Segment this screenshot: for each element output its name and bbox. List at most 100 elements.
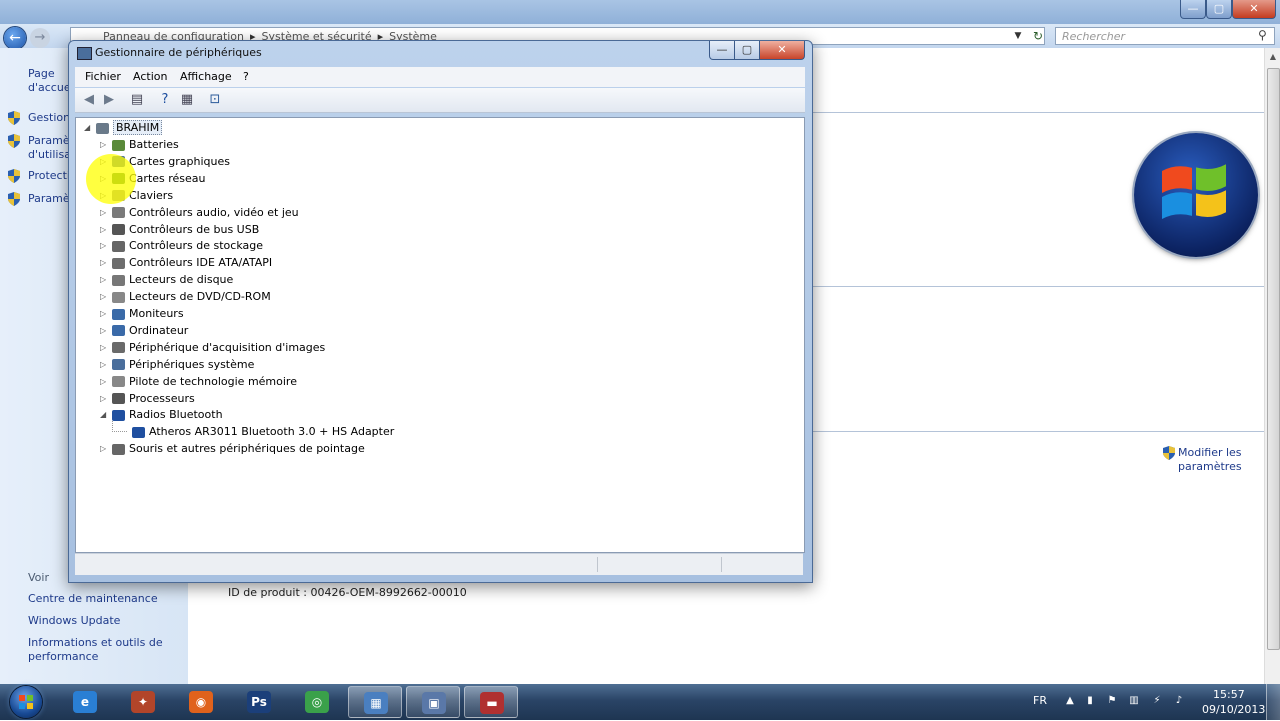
tree-category-label[interactable]: Cartes graphiques <box>129 155 230 168</box>
tree-category-label[interactable]: Ordinateur <box>129 324 188 337</box>
expand-arrow-icon[interactable]: ▷ <box>100 289 110 305</box>
collapse-arrow-icon[interactable]: ◢ <box>100 407 110 423</box>
tree-category-label[interactable]: Contrôleurs de bus USB <box>129 223 259 236</box>
tree-category-label[interactable]: Cartes réseau <box>129 172 206 185</box>
tree-category-label[interactable]: Batteries <box>129 138 179 151</box>
search-input[interactable]: Rechercher <box>1055 27 1275 45</box>
tree-category[interactable]: ▷ Contrôleurs IDE ATA/ATAPI <box>100 255 272 271</box>
taskbar-button[interactable]: ◉ <box>174 686 228 718</box>
flag-icon[interactable]: ⚑ <box>1106 695 1118 707</box>
properties-view-icon[interactable]: ▤ <box>129 92 145 108</box>
maximize-button[interactable]: ▢ <box>734 41 760 60</box>
expand-arrow-icon[interactable]: ▷ <box>100 137 110 153</box>
scan-hardware-icon[interactable]: ⊡ <box>207 92 223 108</box>
sidebar-link-action-center[interactable]: Centre de maintenance <box>28 592 158 606</box>
tree-category[interactable]: ▷ Contrôleurs audio, vidéo et jeu <box>100 205 299 221</box>
tree-category-label[interactable]: Claviers <box>129 189 173 202</box>
sidebar-link-system-protection[interactable]: Protection du système <box>28 169 70 183</box>
search-icon[interactable]: ⚲ <box>1258 28 1267 42</box>
tree-category-label[interactable]: Moniteurs <box>129 307 184 320</box>
clock-date[interactable]: 09/10/2013 <box>1202 703 1265 716</box>
tree-category-label[interactable]: Contrôleurs audio, vidéo et jeu <box>129 206 299 219</box>
tree-category[interactable]: ▷ Contrôleurs de stockage <box>100 238 263 254</box>
modify-settings-link[interactable]: Modifier les paramètres <box>1163 446 1242 474</box>
sidebar-link-performance-tools[interactable]: Informations et outils de performance <box>28 636 168 664</box>
expand-arrow-icon[interactable]: ▷ <box>100 374 110 390</box>
expand-arrow-icon[interactable]: ▷ <box>100 306 110 322</box>
taskbar-button[interactable]: ▦ <box>348 686 402 718</box>
back-icon[interactable]: ◀ <box>81 92 97 108</box>
help-icon[interactable]: ? <box>157 92 173 108</box>
taskbar-button[interactable]: Ps <box>232 686 286 718</box>
taskbar-button[interactable]: ✦ <box>116 686 170 718</box>
tree-category[interactable]: ▷ Contrôleurs de bus USB <box>100 222 259 238</box>
menu-view[interactable]: Affichage <box>180 70 232 83</box>
expand-arrow-icon[interactable]: ▷ <box>100 222 110 238</box>
taskbar-button[interactable]: ▬ <box>464 686 518 718</box>
tree-category[interactable]: ▷ Ordinateur <box>100 323 188 339</box>
tree-category[interactable]: ▷ Pilote de technologie mémoire <box>100 374 297 390</box>
forward-icon[interactable]: ▶ <box>101 92 117 108</box>
expand-arrow-icon[interactable]: ▷ <box>100 441 110 457</box>
sidebar-link-remote-settings[interactable]: Paramètres d'utilisation à distance <box>28 134 70 162</box>
tree-category[interactable]: ▷ Souris et autres périphériques de point… <box>100 441 365 457</box>
tree-device-label[interactable]: Atheros AR3011 Bluetooth 3.0 + HS Adapte… <box>149 425 394 438</box>
tree-category-label[interactable]: Périphérique d'acquisition d'images <box>129 341 325 354</box>
volume-icon[interactable]: ♪ <box>1173 695 1185 707</box>
tree-category[interactable]: ▷ Lecteurs de disque <box>100 272 233 288</box>
tree-device-item[interactable]: Atheros AR3011 Bluetooth 3.0 + HS Adapte… <box>130 424 394 440</box>
network-icon[interactable]: ▥ <box>1128 695 1140 707</box>
tree-category[interactable]: ▷ Périphériques système <box>100 357 254 373</box>
root-label[interactable]: BRAHIM <box>113 120 163 135</box>
expand-arrow-icon[interactable]: ▷ <box>100 238 110 254</box>
tree-category[interactable]: ▷ Moniteurs <box>100 306 184 322</box>
show-desktop-button[interactable] <box>1266 684 1280 720</box>
scrollbar-thumb[interactable] <box>1267 68 1280 650</box>
tree-category-label[interactable]: Lecteurs de disque <box>129 273 233 286</box>
tree-root[interactable]: ◢ BRAHIM <box>84 120 163 136</box>
expand-arrow-icon[interactable]: ▷ <box>100 391 110 407</box>
close-button[interactable]: ✕ <box>1232 0 1276 19</box>
start-button[interactable] <box>10 686 42 718</box>
expand-arrow-icon[interactable]: ▷ <box>100 205 110 221</box>
sidebar-link-control-panel-home[interactable]: Page d'accueil du panneau de configurati… <box>28 67 70 95</box>
modify-link-line-2[interactable]: paramètres <box>1163 460 1242 474</box>
sidebar-link-windows-update[interactable]: Windows Update <box>28 614 120 628</box>
expand-arrow-icon[interactable]: ▷ <box>100 357 110 373</box>
tree-category[interactable]: ▷ Périphérique d'acquisition d'images <box>100 340 325 356</box>
tree-category-label[interactable]: Lecteurs de DVD/CD-ROM <box>129 290 271 303</box>
tree-category[interactable]: ▷ Lecteurs de DVD/CD-ROM <box>100 289 271 305</box>
collapse-arrow-icon[interactable]: ◢ <box>84 120 94 136</box>
details-view-icon[interactable]: ▦ <box>179 92 195 108</box>
clock-time[interactable]: 15:57 <box>1213 688 1245 701</box>
minimize-button[interactable]: — <box>709 41 735 60</box>
tree-category-label[interactable]: Pilote de technologie mémoire <box>129 375 297 388</box>
menu-action[interactable]: Action <box>133 70 167 83</box>
expand-arrow-icon[interactable]: ▷ <box>100 255 110 271</box>
show-hidden-icons-icon[interactable]: ▲ <box>1064 695 1076 707</box>
forward-button[interactable]: → <box>30 28 50 48</box>
taskbar-button[interactable]: ▣ <box>406 686 460 718</box>
expand-arrow-icon[interactable]: ▷ <box>100 340 110 356</box>
refresh-icon[interactable]: ↻ <box>1030 28 1046 44</box>
tree-category-label[interactable]: Périphériques système <box>129 358 254 371</box>
sidebar-link-device-manager[interactable]: Gestionnaire de périphériques <box>28 111 70 125</box>
expand-arrow-icon[interactable]: ▷ <box>100 272 110 288</box>
tree-category-label[interactable]: Souris et autres périphériques de pointa… <box>129 442 365 455</box>
scroll-up-icon[interactable]: ▲ <box>1265 52 1280 66</box>
taskbar-button[interactable]: e <box>58 686 112 718</box>
maximize-button[interactable]: ▢ <box>1206 0 1232 19</box>
tree-category-label[interactable]: Contrôleurs IDE ATA/ATAPI <box>129 256 272 269</box>
tree-category-label[interactable]: Contrôleurs de stockage <box>129 239 263 252</box>
minimize-button[interactable]: — <box>1180 0 1206 19</box>
back-button[interactable]: ← <box>4 27 26 49</box>
tree-category[interactable]: ▷ Processeurs <box>100 391 195 407</box>
sidebar-link-advanced-settings[interactable]: Paramètres système avancés <box>28 192 70 206</box>
menu-file[interactable]: Fichier <box>85 70 121 83</box>
power-icon[interactable]: ⚡ <box>1151 695 1163 707</box>
tree-category[interactable]: ▷ Batteries <box>100 137 179 153</box>
language-indicator[interactable]: FR <box>1033 694 1047 707</box>
taskbar-button[interactable]: ◎ <box>290 686 344 718</box>
tree-category-label[interactable]: Processeurs <box>129 392 195 405</box>
usb-device-icon[interactable]: ▮ <box>1084 695 1096 707</box>
